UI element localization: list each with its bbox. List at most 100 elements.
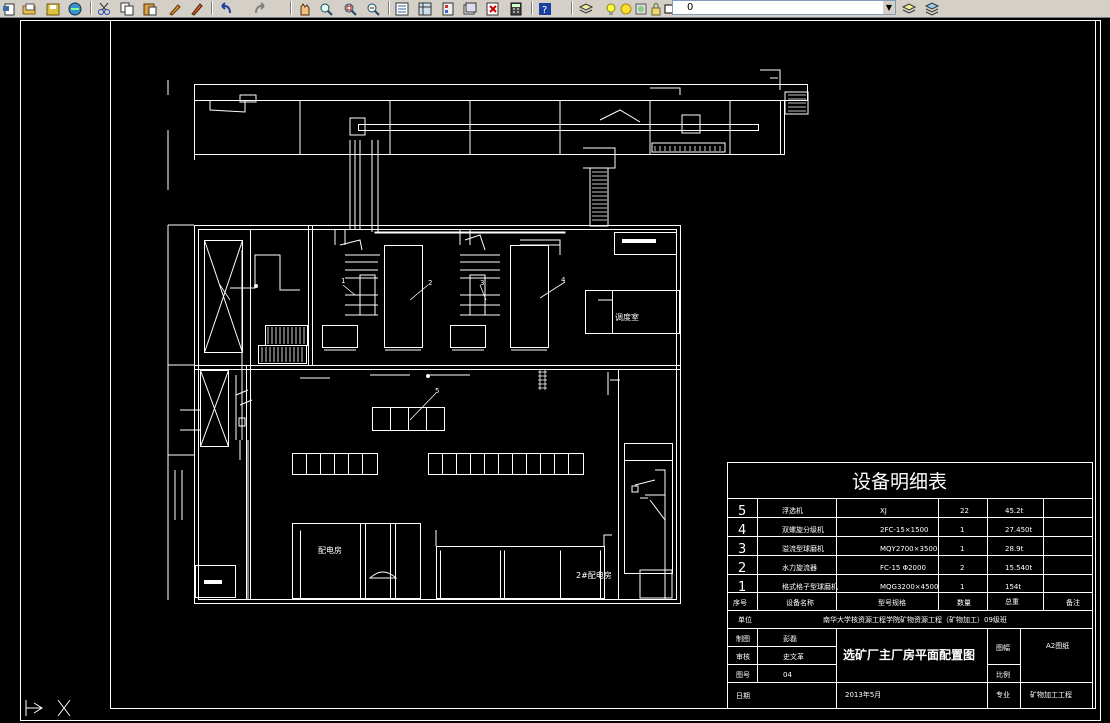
callout-2: 2 — [428, 279, 432, 287]
row-weight: 154t — [1005, 583, 1021, 591]
date-value: 2013年5月 — [845, 690, 881, 699]
row-qty: 22 — [960, 507, 969, 515]
match-properties-icon[interactable] — [168, 1, 183, 16]
row-weight: 27.450t — [1005, 526, 1032, 534]
open-icon[interactable] — [22, 1, 37, 15]
row-no: 4 — [738, 523, 746, 538]
new-icon[interactable] — [2, 1, 17, 16]
row-model: MQG3200×4500 — [880, 583, 938, 591]
row-no: 5 — [738, 504, 746, 519]
publish-icon[interactable] — [68, 1, 83, 16]
unit-value: 南华大学核资源工程学院矿物资源工程（矿物加工）09级班 — [823, 615, 1007, 624]
row-weight: 15.540t — [1005, 564, 1032, 572]
drawn-by-label: 制图 — [736, 634, 750, 643]
table-row: 5 浮选机 XJ 22 45.2t — [738, 504, 1024, 519]
header-qty: 数量 — [957, 598, 971, 607]
callout-4: 4 — [561, 276, 566, 284]
header-weight: 总重 — [1005, 597, 1019, 606]
room-control: 调度室 — [615, 312, 639, 322]
copy-icon[interactable] — [120, 1, 135, 16]
row-model: MQY2700×3500 — [880, 545, 937, 553]
standard-toolbar: ? 0 ▼ — [0, 0, 1110, 18]
reviewed-by: 史文革 — [783, 652, 804, 661]
save-icon[interactable] — [46, 1, 61, 16]
tool-palettes-icon[interactable] — [441, 1, 456, 16]
sheet-no: 04 — [783, 671, 792, 679]
zoom-previous-icon[interactable] — [366, 1, 381, 16]
drawing-title: 选矿厂主厂房平面配置图 — [843, 647, 975, 662]
major-label: 专业 — [996, 690, 1010, 699]
design-center-icon[interactable] — [418, 1, 433, 16]
paper-value: A2图纸 — [1046, 641, 1069, 650]
row-name: 溢流型球磨机 — [782, 544, 824, 553]
ucs-icon — [25, 699, 71, 717]
cut-icon[interactable] — [97, 1, 112, 15]
table-row: 4 双螺旋分级机 2FC-15×1500 1 27.450t — [738, 523, 1032, 538]
freeze-icon[interactable] — [634, 1, 649, 15]
row-no: 2 — [738, 561, 746, 576]
row-model: XJ — [880, 507, 887, 515]
row-qty: 1 — [960, 526, 964, 534]
table-row: 3 溢流型球磨机 MQY2700×3500 1 28.9t — [738, 542, 1024, 557]
row-model: FC-15 Φ2000 — [880, 564, 926, 572]
callout-1: 1 — [341, 277, 345, 285]
properties-icon[interactable] — [395, 1, 410, 16]
equipment-callouts — [219, 281, 566, 421]
brush-icon[interactable] — [189, 1, 204, 16]
markup-icon[interactable] — [486, 1, 501, 16]
pan-icon[interactable] — [297, 1, 312, 16]
row-qty: 1 — [960, 545, 964, 553]
row-weight: 45.2t — [1005, 507, 1024, 515]
sheet-set-icon[interactable] — [463, 1, 478, 15]
room-labels: 调度室 配电房 2#配电房 — [318, 312, 639, 580]
reviewed-by-label: 审核 — [736, 652, 750, 661]
title-block: 单位 南华大学核资源工程学院矿物资源工程（矿物加工）09级班 制图 彭磊 审核 … — [736, 615, 1072, 700]
header-model: 型号规格 — [878, 598, 906, 607]
row-model: 2FC-15×1500 — [880, 526, 928, 534]
row-name: 格式格子型球磨机 — [782, 582, 838, 591]
table-row: 2 水力旋流器 FC-15 Φ2000 2 15.540t — [738, 561, 1032, 576]
lightbulb-icon[interactable] — [604, 1, 619, 15]
row-name: 浮选机 — [782, 506, 803, 515]
table-header-row: 序号 设备名称 型号规格 数量 总重 备注 — [733, 597, 1080, 607]
room-power: 配电房 — [318, 545, 342, 555]
layer-manager-icon[interactable] — [578, 1, 594, 15]
drawn-by: 彭磊 — [783, 634, 797, 643]
date-label: 日期 — [736, 692, 750, 700]
row-qty: 1 — [960, 583, 964, 591]
callout-3: 3 — [480, 279, 484, 287]
layer-previous-icon[interactable] — [901, 1, 917, 15]
unit-label: 单位 — [738, 615, 752, 624]
svg-text:?: ? — [542, 5, 547, 16]
chevron-down-icon[interactable]: ▼ — [883, 1, 895, 14]
zoom-realtime-icon[interactable] — [319, 1, 334, 16]
row-weight: 28.9t — [1005, 545, 1024, 553]
layer-name: 0 — [687, 2, 694, 13]
row-name: 水力旋流器 — [782, 563, 817, 572]
scale-label: 比例 — [996, 670, 1010, 679]
layer-states-icon[interactable] — [924, 1, 940, 16]
calculator-icon[interactable] — [509, 1, 524, 16]
help-icon[interactable]: ? — [538, 1, 553, 16]
layer-dropdown[interactable]: 0 ▼ — [672, 0, 896, 15]
table-title: 设备明细表 — [852, 471, 947, 493]
room-power-2: 2#配电房 — [576, 570, 612, 580]
header-name: 设备名称 — [786, 598, 814, 607]
row-no: 1 — [738, 580, 746, 595]
sheet-no-label: 图号 — [736, 671, 750, 679]
sun-icon[interactable] — [619, 1, 634, 15]
zoom-window-icon[interactable] — [343, 1, 358, 16]
redo-icon[interactable] — [254, 1, 269, 15]
major-value: 矿物加工工程 — [1030, 690, 1072, 699]
floor-plan — [167, 69, 809, 604]
paste-icon[interactable] — [143, 1, 158, 16]
row-qty: 2 — [960, 564, 964, 572]
callout-5: 5 — [435, 387, 439, 395]
drawing-canvas[interactable]: 调度室 配电房 2#配电房 1 2 3 4 5 设备明细表 5 浮选机 XJ 22 45… — [0, 17, 1110, 723]
row-no: 3 — [738, 542, 746, 557]
header-no: 序号 — [733, 598, 747, 607]
undo-icon[interactable] — [218, 1, 233, 15]
row-name: 双螺旋分级机 — [782, 525, 824, 534]
paper-label: 图幅 — [996, 643, 1010, 652]
header-remark: 备注 — [1066, 598, 1080, 607]
